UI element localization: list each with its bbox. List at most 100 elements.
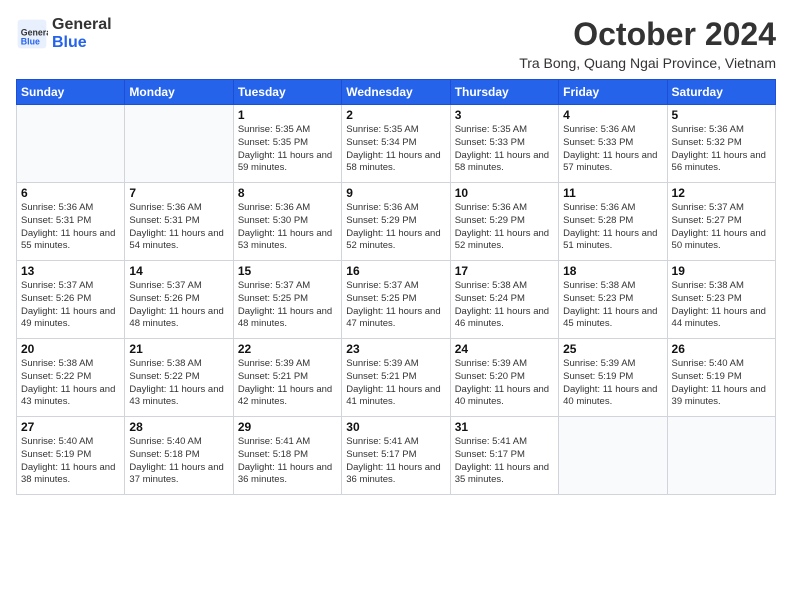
day-cell: 8 Sunrise: 5:36 AMSunset: 5:30 PMDaylight… xyxy=(233,183,341,261)
day-cell: 27 Sunrise: 5:40 AMSunset: 5:19 PMDayligh… xyxy=(17,417,125,495)
day-cell: 26Sunrise: 5:40 AMSunset: 5:19 PMDayligh… xyxy=(667,339,775,417)
day-cell xyxy=(125,105,233,183)
day-cell: 11 Sunrise: 5:36 AMSunset: 5:28 PMDayligh… xyxy=(559,183,667,261)
day-number: 16 xyxy=(346,264,445,278)
day-info: Sunrise: 5:41 AMSunset: 5:17 PMDaylight:… xyxy=(346,436,445,487)
day-info: Sunrise: 5:37 AMSunset: 5:25 PMDaylight:… xyxy=(238,280,337,331)
page-header: General Blue General Blue October 2024 T… xyxy=(16,16,776,71)
day-cell: 22 Sunrise: 5:39 AMSunset: 5:21 PMDayligh… xyxy=(233,339,341,417)
day-number: 23 xyxy=(346,342,445,356)
logo-icon: General Blue xyxy=(16,18,48,50)
day-info: Sunrise: 5:39 AMSunset: 5:19 PMDaylight:… xyxy=(563,358,662,409)
weekday-header-saturday: Saturday xyxy=(667,80,775,105)
logo-text: General Blue xyxy=(52,16,112,51)
day-cell: 2Sunrise: 5:35 AMSunset: 5:34 PMDaylight… xyxy=(342,105,450,183)
day-cell: 25 Sunrise: 5:39 AMSunset: 5:19 PMDayligh… xyxy=(559,339,667,417)
day-cell: 10 Sunrise: 5:36 AMSunset: 5:29 PMDayligh… xyxy=(450,183,558,261)
day-info: Sunrise: 5:35 AMSunset: 5:33 PMDaylight:… xyxy=(455,124,554,175)
day-number: 4 xyxy=(563,108,662,122)
day-info: Sunrise: 5:39 AMSunset: 5:21 PMDaylight:… xyxy=(346,358,445,409)
day-info: Sunrise: 5:37 AMSunset: 5:27 PMDaylight:… xyxy=(672,202,771,253)
day-number: 1 xyxy=(238,108,337,122)
day-cell: 30 Sunrise: 5:41 AMSunset: 5:17 PMDayligh… xyxy=(342,417,450,495)
day-cell: 28 Sunrise: 5:40 AMSunset: 5:18 PMDayligh… xyxy=(125,417,233,495)
day-cell: 9Sunrise: 5:36 AMSunset: 5:29 PMDaylight… xyxy=(342,183,450,261)
week-row-3: 13 Sunrise: 5:37 AMSunset: 5:26 PMDayligh… xyxy=(17,261,776,339)
day-cell: 15 Sunrise: 5:37 AMSunset: 5:25 PMDayligh… xyxy=(233,261,341,339)
day-number: 24 xyxy=(455,342,554,356)
day-cell xyxy=(667,417,775,495)
day-number: 22 xyxy=(238,342,337,356)
day-info: Sunrise: 5:40 AMSunset: 5:19 PMDaylight:… xyxy=(21,436,120,487)
day-number: 8 xyxy=(238,186,337,200)
day-info: Sunrise: 5:38 AMSunset: 5:23 PMDaylight:… xyxy=(563,280,662,331)
day-cell: 12Sunrise: 5:37 AMSunset: 5:27 PMDayligh… xyxy=(667,183,775,261)
day-info: Sunrise: 5:40 AMSunset: 5:19 PMDaylight:… xyxy=(672,358,771,409)
day-number: 17 xyxy=(455,264,554,278)
day-info: Sunrise: 5:36 AMSunset: 5:31 PMDaylight:… xyxy=(21,202,120,253)
day-cell: 24 Sunrise: 5:39 AMSunset: 5:20 PMDayligh… xyxy=(450,339,558,417)
day-info: Sunrise: 5:39 AMSunset: 5:21 PMDaylight:… xyxy=(238,358,337,409)
day-info: Sunrise: 5:36 AMSunset: 5:31 PMDaylight:… xyxy=(129,202,228,253)
title-block: October 2024 Tra Bong, Quang Ngai Provin… xyxy=(519,16,776,71)
day-info: Sunrise: 5:35 AMSunset: 5:34 PMDaylight:… xyxy=(346,124,445,175)
month-title: October 2024 xyxy=(519,16,776,53)
day-info: Sunrise: 5:37 AMSunset: 5:26 PMDaylight:… xyxy=(21,280,120,331)
day-number: 15 xyxy=(238,264,337,278)
day-number: 7 xyxy=(129,186,228,200)
day-info: Sunrise: 5:36 AMSunset: 5:29 PMDaylight:… xyxy=(455,202,554,253)
weekday-header-thursday: Thursday xyxy=(450,80,558,105)
day-number: 9 xyxy=(346,186,445,200)
day-cell: 7 Sunrise: 5:36 AMSunset: 5:31 PMDaylight… xyxy=(125,183,233,261)
day-number: 30 xyxy=(346,420,445,434)
day-info: Sunrise: 5:36 AMSunset: 5:28 PMDaylight:… xyxy=(563,202,662,253)
day-info: Sunrise: 5:37 AMSunset: 5:26 PMDaylight:… xyxy=(129,280,228,331)
day-cell: 29Sunrise: 5:41 AMSunset: 5:18 PMDayligh… xyxy=(233,417,341,495)
day-cell: 3 Sunrise: 5:35 AMSunset: 5:33 PMDaylight… xyxy=(450,105,558,183)
day-cell: 6 Sunrise: 5:36 AMSunset: 5:31 PMDaylight… xyxy=(17,183,125,261)
day-number: 20 xyxy=(21,342,120,356)
day-info: Sunrise: 5:36 AMSunset: 5:30 PMDaylight:… xyxy=(238,202,337,253)
svg-text:Blue: Blue xyxy=(21,36,40,46)
week-row-5: 27 Sunrise: 5:40 AMSunset: 5:19 PMDayligh… xyxy=(17,417,776,495)
day-info: Sunrise: 5:37 AMSunset: 5:25 PMDaylight:… xyxy=(346,280,445,331)
day-info: Sunrise: 5:38 AMSunset: 5:22 PMDaylight:… xyxy=(129,358,228,409)
day-cell xyxy=(17,105,125,183)
day-cell: 13 Sunrise: 5:37 AMSunset: 5:26 PMDayligh… xyxy=(17,261,125,339)
weekday-header-wednesday: Wednesday xyxy=(342,80,450,105)
day-info: Sunrise: 5:41 AMSunset: 5:18 PMDaylight:… xyxy=(238,436,337,487)
day-number: 28 xyxy=(129,420,228,434)
day-cell: 31 Sunrise: 5:41 AMSunset: 5:17 PMDayligh… xyxy=(450,417,558,495)
day-info: Sunrise: 5:38 AMSunset: 5:23 PMDaylight:… xyxy=(672,280,771,331)
day-info: Sunrise: 5:41 AMSunset: 5:17 PMDaylight:… xyxy=(455,436,554,487)
day-number: 11 xyxy=(563,186,662,200)
day-info: Sunrise: 5:38 AMSunset: 5:24 PMDaylight:… xyxy=(455,280,554,331)
day-info: Sunrise: 5:40 AMSunset: 5:18 PMDaylight:… xyxy=(129,436,228,487)
day-cell: 18 Sunrise: 5:38 AMSunset: 5:23 PMDayligh… xyxy=(559,261,667,339)
week-row-1: 1Sunrise: 5:35 AMSunset: 5:35 PMDaylight… xyxy=(17,105,776,183)
day-info: Sunrise: 5:39 AMSunset: 5:20 PMDaylight:… xyxy=(455,358,554,409)
day-number: 10 xyxy=(455,186,554,200)
day-number: 3 xyxy=(455,108,554,122)
weekday-header-row: SundayMondayTuesdayWednesdayThursdayFrid… xyxy=(17,80,776,105)
day-cell: 20Sunrise: 5:38 AMSunset: 5:22 PMDayligh… xyxy=(17,339,125,417)
day-info: Sunrise: 5:36 AMSunset: 5:32 PMDaylight:… xyxy=(672,124,771,175)
weekday-header-sunday: Sunday xyxy=(17,80,125,105)
calendar-table: SundayMondayTuesdayWednesdayThursdayFrid… xyxy=(16,79,776,495)
day-cell xyxy=(559,417,667,495)
day-number: 18 xyxy=(563,264,662,278)
day-number: 27 xyxy=(21,420,120,434)
day-number: 31 xyxy=(455,420,554,434)
day-number: 5 xyxy=(672,108,771,122)
weekday-header-friday: Friday xyxy=(559,80,667,105)
day-cell: 4Sunrise: 5:36 AMSunset: 5:33 PMDaylight… xyxy=(559,105,667,183)
day-cell: 16 Sunrise: 5:37 AMSunset: 5:25 PMDayligh… xyxy=(342,261,450,339)
day-number: 14 xyxy=(129,264,228,278)
day-number: 13 xyxy=(21,264,120,278)
day-cell: 21 Sunrise: 5:38 AMSunset: 5:22 PMDayligh… xyxy=(125,339,233,417)
week-row-4: 20 Sunrise: 5:38 AMSunset: 5:22 PMDayligh… xyxy=(17,339,776,417)
day-number: 6 xyxy=(21,186,120,200)
day-number: 25 xyxy=(563,342,662,356)
day-cell: 14 Sunrise: 5:37 AMSunset: 5:26 PMDayligh… xyxy=(125,261,233,339)
day-number: 21 xyxy=(129,342,228,356)
